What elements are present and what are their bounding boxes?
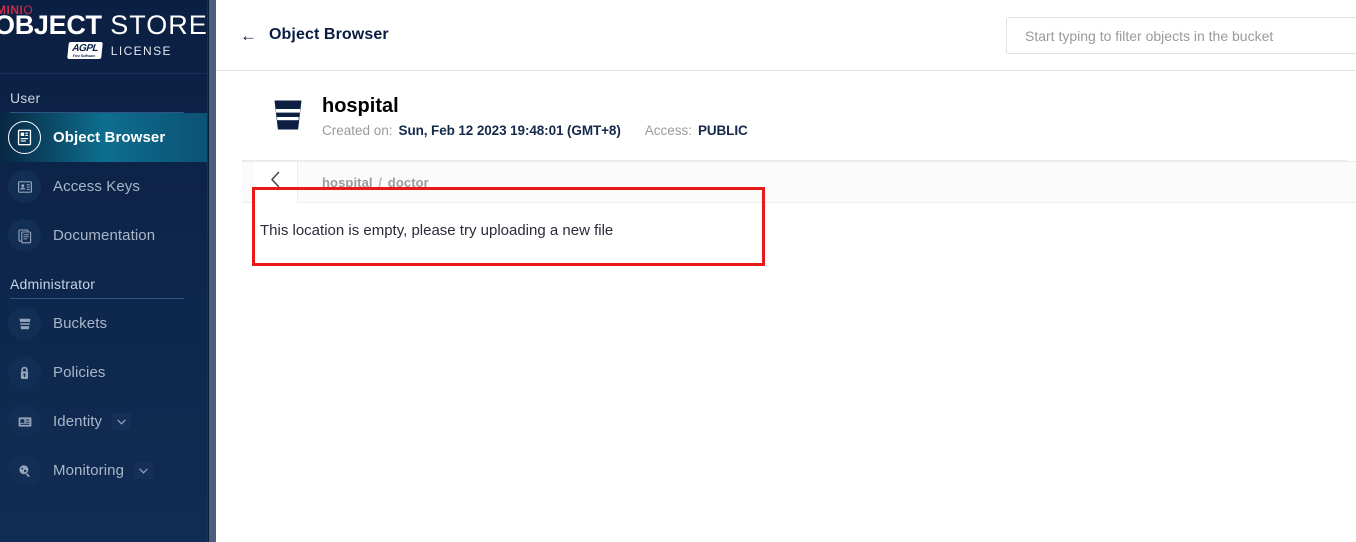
sidebar-item-object-browser[interactable]: Object Browser xyxy=(0,113,216,162)
sidebar-item-label: Documentation xyxy=(53,227,156,244)
object-store-title-bold: OBJECT xyxy=(0,10,102,40)
bucket-icon xyxy=(272,98,304,137)
sidebar-item-documentation[interactable]: Documentation xyxy=(0,211,216,260)
empty-location-message: This location is empty, please try uploa… xyxy=(260,222,614,239)
sidebar-item-label: Identity xyxy=(53,413,103,430)
sidebar-scrollbar[interactable] xyxy=(207,0,216,542)
minio-console-app: MINIO OBJECT STORE AGPL Free Software LI… xyxy=(0,0,1356,542)
breadcrumb-current[interactable]: doctor xyxy=(388,175,429,190)
breadcrumb-separator: / xyxy=(378,174,383,190)
monitoring-icon xyxy=(8,454,41,487)
breadcrumb[interactable]: hospital / doctor xyxy=(322,175,429,190)
created-on-label: Created on: xyxy=(322,123,393,138)
main-content: ← Object Browser hospital Created on: Su… xyxy=(216,0,1356,542)
object-store-title-light: STORE xyxy=(101,10,208,40)
sidebar-item-access-keys[interactable]: Access Keys xyxy=(0,162,216,211)
back-arrow-icon[interactable]: ← xyxy=(240,27,257,44)
topbar: ← Object Browser xyxy=(216,0,1356,71)
access-keys-icon xyxy=(8,170,41,203)
sidebar-scrollbar-thumb[interactable] xyxy=(209,0,216,542)
sidebar-item-label: Buckets xyxy=(53,315,108,332)
license-row: AGPL Free Software LICENSE xyxy=(67,42,172,59)
agpl-badge-bottom: Free Software xyxy=(72,53,96,58)
bucket-header: hospital Created on: Sun, Feb 12 2023 19… xyxy=(242,71,1348,161)
sidebar: MINIO OBJECT STORE AGPL Free Software LI… xyxy=(0,0,216,542)
bucket-name: hospital xyxy=(322,95,399,117)
chevron-down-icon[interactable] xyxy=(112,413,132,430)
object-filter-search[interactable] xyxy=(1006,17,1356,54)
chevron-left-icon xyxy=(270,171,281,193)
bucket-meta: hospital Created on: Sun, Feb 12 2023 19… xyxy=(322,95,748,138)
license-label: LICENSE xyxy=(110,43,172,58)
page-title: Object Browser xyxy=(269,26,389,43)
bucket-icon xyxy=(8,307,41,340)
breadcrumb-bar: hospital / doctor xyxy=(242,161,1356,203)
object-browser-icon xyxy=(8,121,41,154)
search-input[interactable] xyxy=(1023,26,1356,45)
sidebar-item-label: Monitoring xyxy=(53,462,125,479)
sidebar-section-user-title: User xyxy=(10,90,41,106)
bucket-details: Created on: Sun, Feb 12 2023 19:48:01 (G… xyxy=(322,123,748,138)
policies-lock-icon xyxy=(8,356,41,389)
breadcrumb-root[interactable]: hospital xyxy=(322,175,373,190)
sidebar-item-label: Access Keys xyxy=(53,178,140,195)
sidebar-item-policies[interactable]: Policies xyxy=(0,348,216,397)
sidebar-item-label: Object Browser xyxy=(53,129,166,146)
sidebar-item-monitoring[interactable]: Monitoring xyxy=(0,446,216,495)
identity-card-icon xyxy=(8,405,41,438)
access-label: Access: xyxy=(644,123,692,138)
documentation-icon xyxy=(8,219,41,252)
sidebar-item-buckets[interactable]: Buckets xyxy=(0,299,216,348)
chevron-down-icon[interactable] xyxy=(134,462,154,479)
created-on-value: Sun, Feb 12 2023 19:48:01 (GMT+8) xyxy=(398,123,621,138)
sidebar-logo[interactable]: MINIO OBJECT STORE AGPL Free Software LI… xyxy=(0,0,216,74)
sidebar-item-identity[interactable]: Identity xyxy=(0,397,216,446)
sidebar-section-administrator-title: Administrator xyxy=(10,276,96,292)
access-value: PUBLIC xyxy=(697,123,748,138)
object-store-title: OBJECT STORE xyxy=(0,12,208,39)
breadcrumb-back-button[interactable] xyxy=(254,161,298,203)
agpl-badge-icon: AGPL Free Software xyxy=(67,42,103,59)
back-to-object-browser[interactable]: ← Object Browser xyxy=(240,26,389,44)
sidebar-item-label: Policies xyxy=(53,364,106,381)
